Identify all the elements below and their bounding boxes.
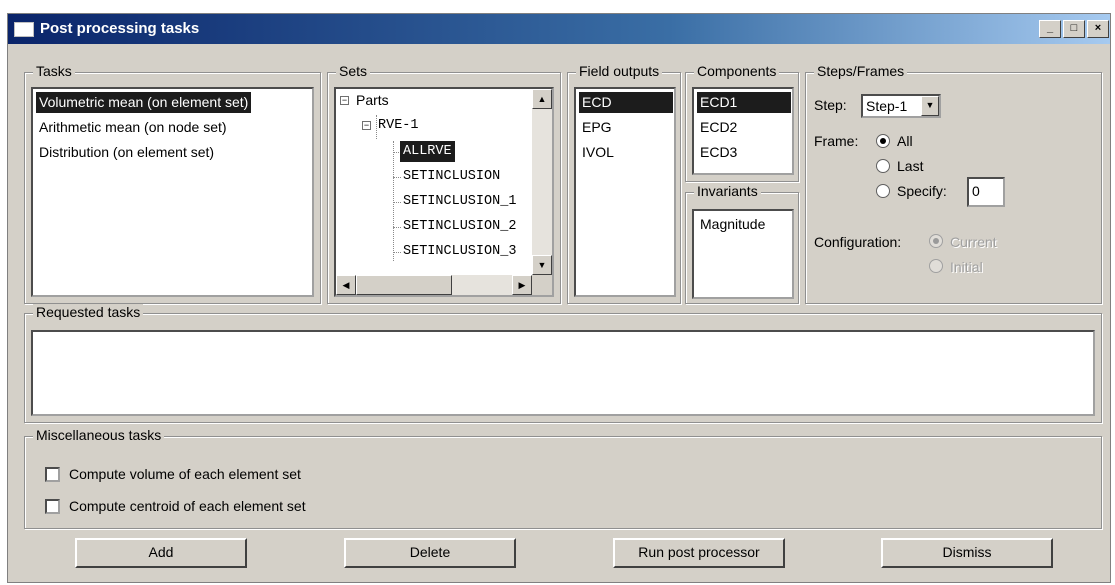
scroll-down-button[interactable]: ▼	[532, 255, 552, 275]
configuration-label: Configuration:	[814, 234, 902, 250]
configuration-initial-label: Initial	[950, 259, 983, 275]
compute-volume-checkbox[interactable]	[45, 467, 60, 482]
sets-group-label: Sets	[336, 63, 371, 79]
window-title: Post processing tasks	[40, 20, 200, 37]
task-item-distribution[interactable]: Distribution (on element set)	[36, 142, 217, 163]
sets-vertical-scrollbar[interactable]: ▲ ▼	[532, 89, 552, 275]
field-output-epg[interactable]: EPG	[579, 117, 615, 138]
tasks-list[interactable]: Volumetric mean (on element set) Arithme…	[31, 87, 314, 297]
collapse-rve-icon[interactable]: −	[362, 121, 371, 130]
chevron-down-icon[interactable]: ▼	[921, 96, 939, 116]
close-button[interactable]: ×	[1087, 20, 1109, 38]
sets-horizontal-scrollbar[interactable]: ◀ ▶	[336, 275, 532, 295]
add-button[interactable]: Add	[75, 538, 247, 568]
compute-centroid-label: Compute centroid of each element set	[69, 498, 306, 514]
set-item-setinclusion-3[interactable]: SETINCLUSION_3	[400, 241, 519, 262]
scroll-thumb[interactable]	[356, 275, 452, 295]
dismiss-button[interactable]: Dismiss	[881, 538, 1053, 568]
tasks-group-label: Tasks	[33, 63, 75, 79]
field-outputs-list[interactable]: ECD EPG IVOL	[574, 87, 676, 297]
configuration-current-radio[interactable]	[929, 234, 943, 248]
frame-all-label: All	[897, 133, 913, 149]
field-output-ecd[interactable]: ECD	[579, 92, 673, 113]
tree-node-parts[interactable]: Parts	[353, 90, 392, 111]
delete-button[interactable]: Delete	[344, 538, 516, 568]
field-output-ivol[interactable]: IVOL	[579, 142, 617, 163]
configuration-current-label: Current	[950, 234, 997, 250]
requested-tasks-group: Requested tasks	[24, 304, 1102, 423]
components-group: Components ECD1 ECD2 ECD3	[685, 63, 799, 182]
set-item-setinclusion-2[interactable]: SETINCLUSION_2	[400, 216, 519, 237]
invariant-magnitude[interactable]: Magnitude	[697, 214, 768, 235]
window-icon	[14, 22, 34, 37]
sets-group: Sets − Parts − RVE-1 ALLRVE SETINCLUSION…	[327, 63, 561, 304]
scrollbar-corner	[532, 275, 552, 295]
minimize-button[interactable]: _	[1039, 20, 1061, 38]
steps-frames-group: Steps/Frames Step: Step-1 ▼ Frame: All L…	[805, 63, 1102, 304]
frame-last-label: Last	[897, 158, 924, 174]
invariants-group: Invariants Magnitude	[685, 183, 799, 304]
misc-tasks-group: Miscellaneous tasks Compute volume of ea…	[24, 427, 1102, 529]
invariants-group-label: Invariants	[694, 183, 761, 199]
tree-connector	[393, 141, 394, 261]
step-combo-value: Step-1	[866, 98, 908, 114]
task-item-arithmetic-mean[interactable]: Arithmetic mean (on node set)	[36, 117, 230, 138]
frame-specify-radio[interactable]	[876, 184, 890, 198]
post-processing-window: Post processing tasks _ □ × Tasks Volume…	[7, 13, 1111, 583]
collapse-parts-icon[interactable]: −	[340, 96, 349, 105]
title-bar[interactable]: Post processing tasks _ □ ×	[8, 14, 1110, 44]
components-group-label: Components	[694, 63, 780, 79]
compute-volume-label: Compute volume of each element set	[69, 466, 301, 482]
tree-node-rve-1[interactable]: RVE-1	[375, 115, 422, 136]
step-label: Step:	[814, 97, 847, 113]
component-ecd3[interactable]: ECD3	[697, 142, 740, 163]
sets-tree[interactable]: − Parts − RVE-1 ALLRVE SETINCLUSION SETI…	[334, 87, 554, 297]
compute-centroid-checkbox[interactable]	[45, 499, 60, 514]
step-combo[interactable]: Step-1 ▼	[861, 94, 941, 118]
set-item-allrve[interactable]: ALLRVE	[400, 141, 455, 162]
frame-label: Frame:	[814, 133, 859, 149]
task-item-volumetric-mean[interactable]: Volumetric mean (on element set)	[36, 92, 252, 113]
component-ecd2[interactable]: ECD2	[697, 117, 740, 138]
scroll-left-button[interactable]: ◀	[336, 275, 356, 295]
run-post-processor-button[interactable]: Run post processor	[613, 538, 785, 568]
maximize-button[interactable]: □	[1063, 20, 1085, 38]
field-outputs-group-label: Field outputs	[576, 63, 663, 79]
frame-specify-label: Specify:	[897, 183, 947, 199]
frame-specify-input[interactable]: 0	[967, 177, 1005, 207]
misc-tasks-group-label: Miscellaneous tasks	[33, 427, 165, 443]
scroll-up-button[interactable]: ▲	[532, 89, 552, 109]
steps-frames-group-label: Steps/Frames	[814, 63, 908, 79]
scroll-right-button[interactable]: ▶	[512, 275, 532, 295]
frame-all-radio[interactable]	[876, 134, 890, 148]
invariants-list[interactable]: Magnitude	[692, 209, 794, 299]
requested-tasks-list[interactable]	[31, 330, 1095, 416]
component-ecd1[interactable]: ECD1	[697, 92, 791, 113]
tasks-group: Tasks Volumetric mean (on element set) A…	[24, 63, 321, 304]
set-item-setinclusion-1[interactable]: SETINCLUSION_1	[400, 191, 519, 212]
requested-tasks-group-label: Requested tasks	[33, 304, 144, 320]
set-item-setinclusion[interactable]: SETINCLUSION	[400, 166, 503, 187]
field-outputs-group: Field outputs ECD EPG IVOL	[567, 63, 681, 304]
frame-last-radio[interactable]	[876, 159, 890, 173]
configuration-initial-radio[interactable]	[929, 259, 943, 273]
components-list[interactable]: ECD1 ECD2 ECD3	[692, 87, 794, 175]
